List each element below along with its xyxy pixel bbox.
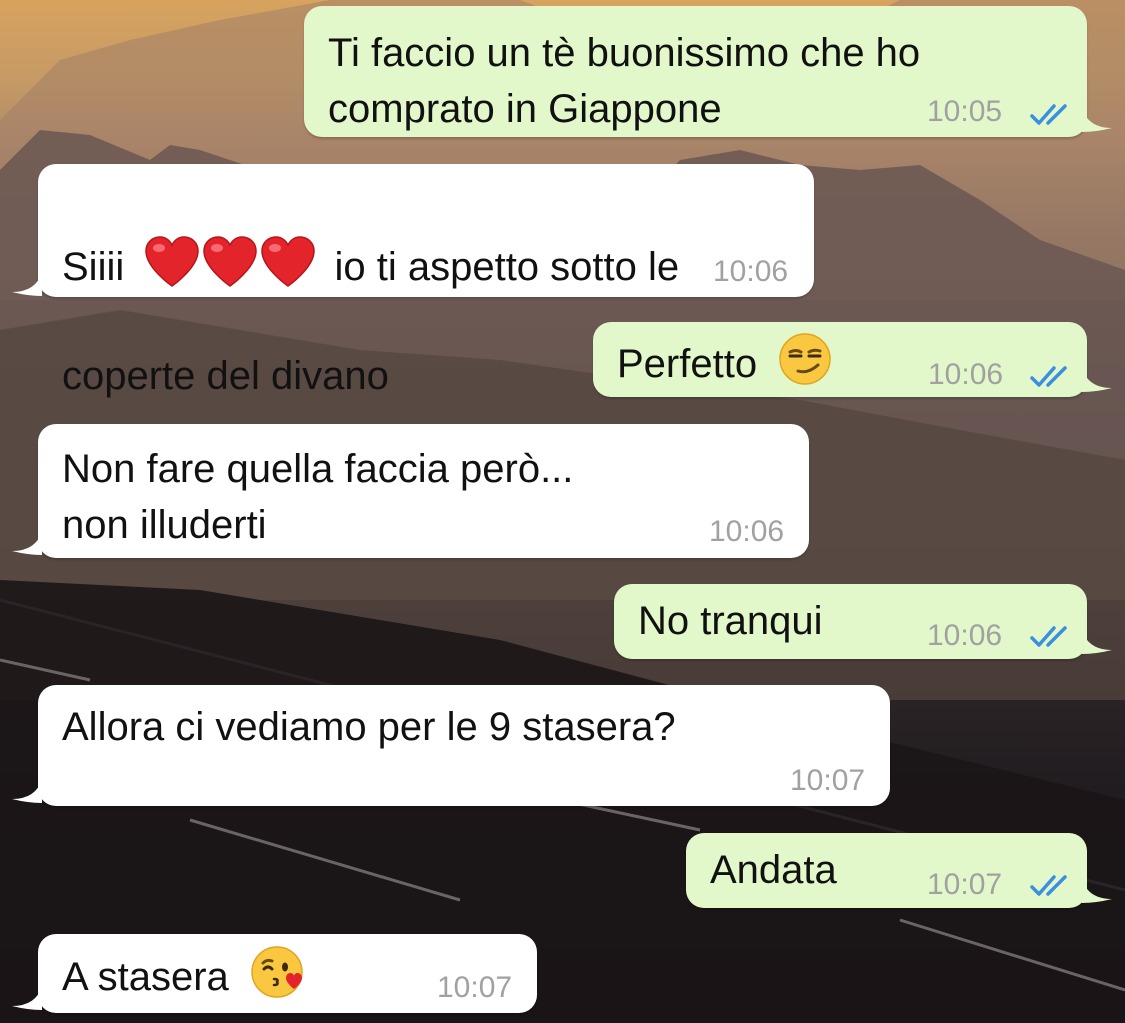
read-receipt-double-check-icon (1030, 104, 1067, 125)
read-receipt-double-check-icon (1030, 366, 1067, 387)
message-timestamp: 10:06 (709, 515, 785, 548)
message-text-content: Perfetto (617, 342, 758, 387)
message-bubble-incoming[interactable]: Siiii io ti aspetto sotto le coperte del… (38, 164, 814, 398)
bubble-tail-incoming (12, 779, 42, 803)
message-text-line2: coperte del divano (62, 354, 389, 398)
message-bubble-outgoing[interactable]: No tranqui 10:06 (614, 584, 1087, 659)
read-receipt-double-check-icon (1030, 626, 1067, 647)
bubble-tail-incoming (12, 272, 42, 296)
message-text-content: A stasera (62, 955, 229, 1000)
message-text: Ti faccio un tè buonissimo che ho compra… (328, 31, 921, 131)
message-bubble-outgoing[interactable]: Perfetto 10:06 (593, 322, 1087, 397)
bubble-tail-outgoing (1082, 108, 1112, 132)
message-timestamp: 10:06 (713, 255, 789, 288)
message-timestamp: 10:07 (437, 971, 513, 1004)
red-heart-icon (143, 236, 201, 303)
bubble-tail-outgoing (1082, 368, 1112, 392)
red-heart-icon (259, 236, 317, 303)
message-text-end: io ti aspetto sotto le (334, 245, 680, 290)
message-text-start: Siiii (62, 245, 125, 290)
bubble-tail-outgoing (1082, 630, 1112, 654)
message-text: Non fare quella faccia però... non illud… (62, 447, 574, 547)
message-text: Siiii io ti aspetto sotto le coperte del… (62, 180, 679, 460)
read-receipt-double-check-icon (1030, 875, 1067, 896)
message-timestamp: 10:06 (927, 619, 1003, 652)
message-text: A stasera (62, 945, 306, 1014)
message-timestamp: 10:05 (927, 95, 1003, 128)
message-timestamp: 10:07 (790, 764, 866, 797)
message-timestamp: 10:07 (927, 868, 1003, 901)
red-heart-icon (201, 236, 259, 303)
message-text: Allora ci vediamo per le 9 stasera? (62, 705, 676, 749)
bubble-tail-incoming (12, 986, 42, 1010)
message-timestamp: 10:06 (928, 358, 1004, 391)
message-bubble-incoming[interactable]: Allora ci vediamo per le 9 stasera? 10:0… (38, 685, 890, 806)
face-blowing-a-kiss-icon (250, 945, 306, 1014)
message-bubble-outgoing[interactable]: Andata 10:07 (686, 833, 1087, 908)
message-bubble-outgoing[interactable]: Ti faccio un tè buonissimo che ho compra… (304, 6, 1087, 137)
message-bubble-incoming[interactable]: Non fare quella faccia però... non illud… (38, 424, 809, 558)
bubble-tail-incoming (12, 531, 42, 555)
message-bubble-incoming[interactable]: A stasera 10:07 (38, 934, 537, 1013)
smirking-face-icon (778, 332, 832, 401)
bubble-tail-outgoing (1082, 879, 1112, 903)
message-text: Perfetto (617, 332, 832, 401)
message-text: No tranqui (638, 599, 823, 643)
message-text: Andata (710, 848, 837, 892)
